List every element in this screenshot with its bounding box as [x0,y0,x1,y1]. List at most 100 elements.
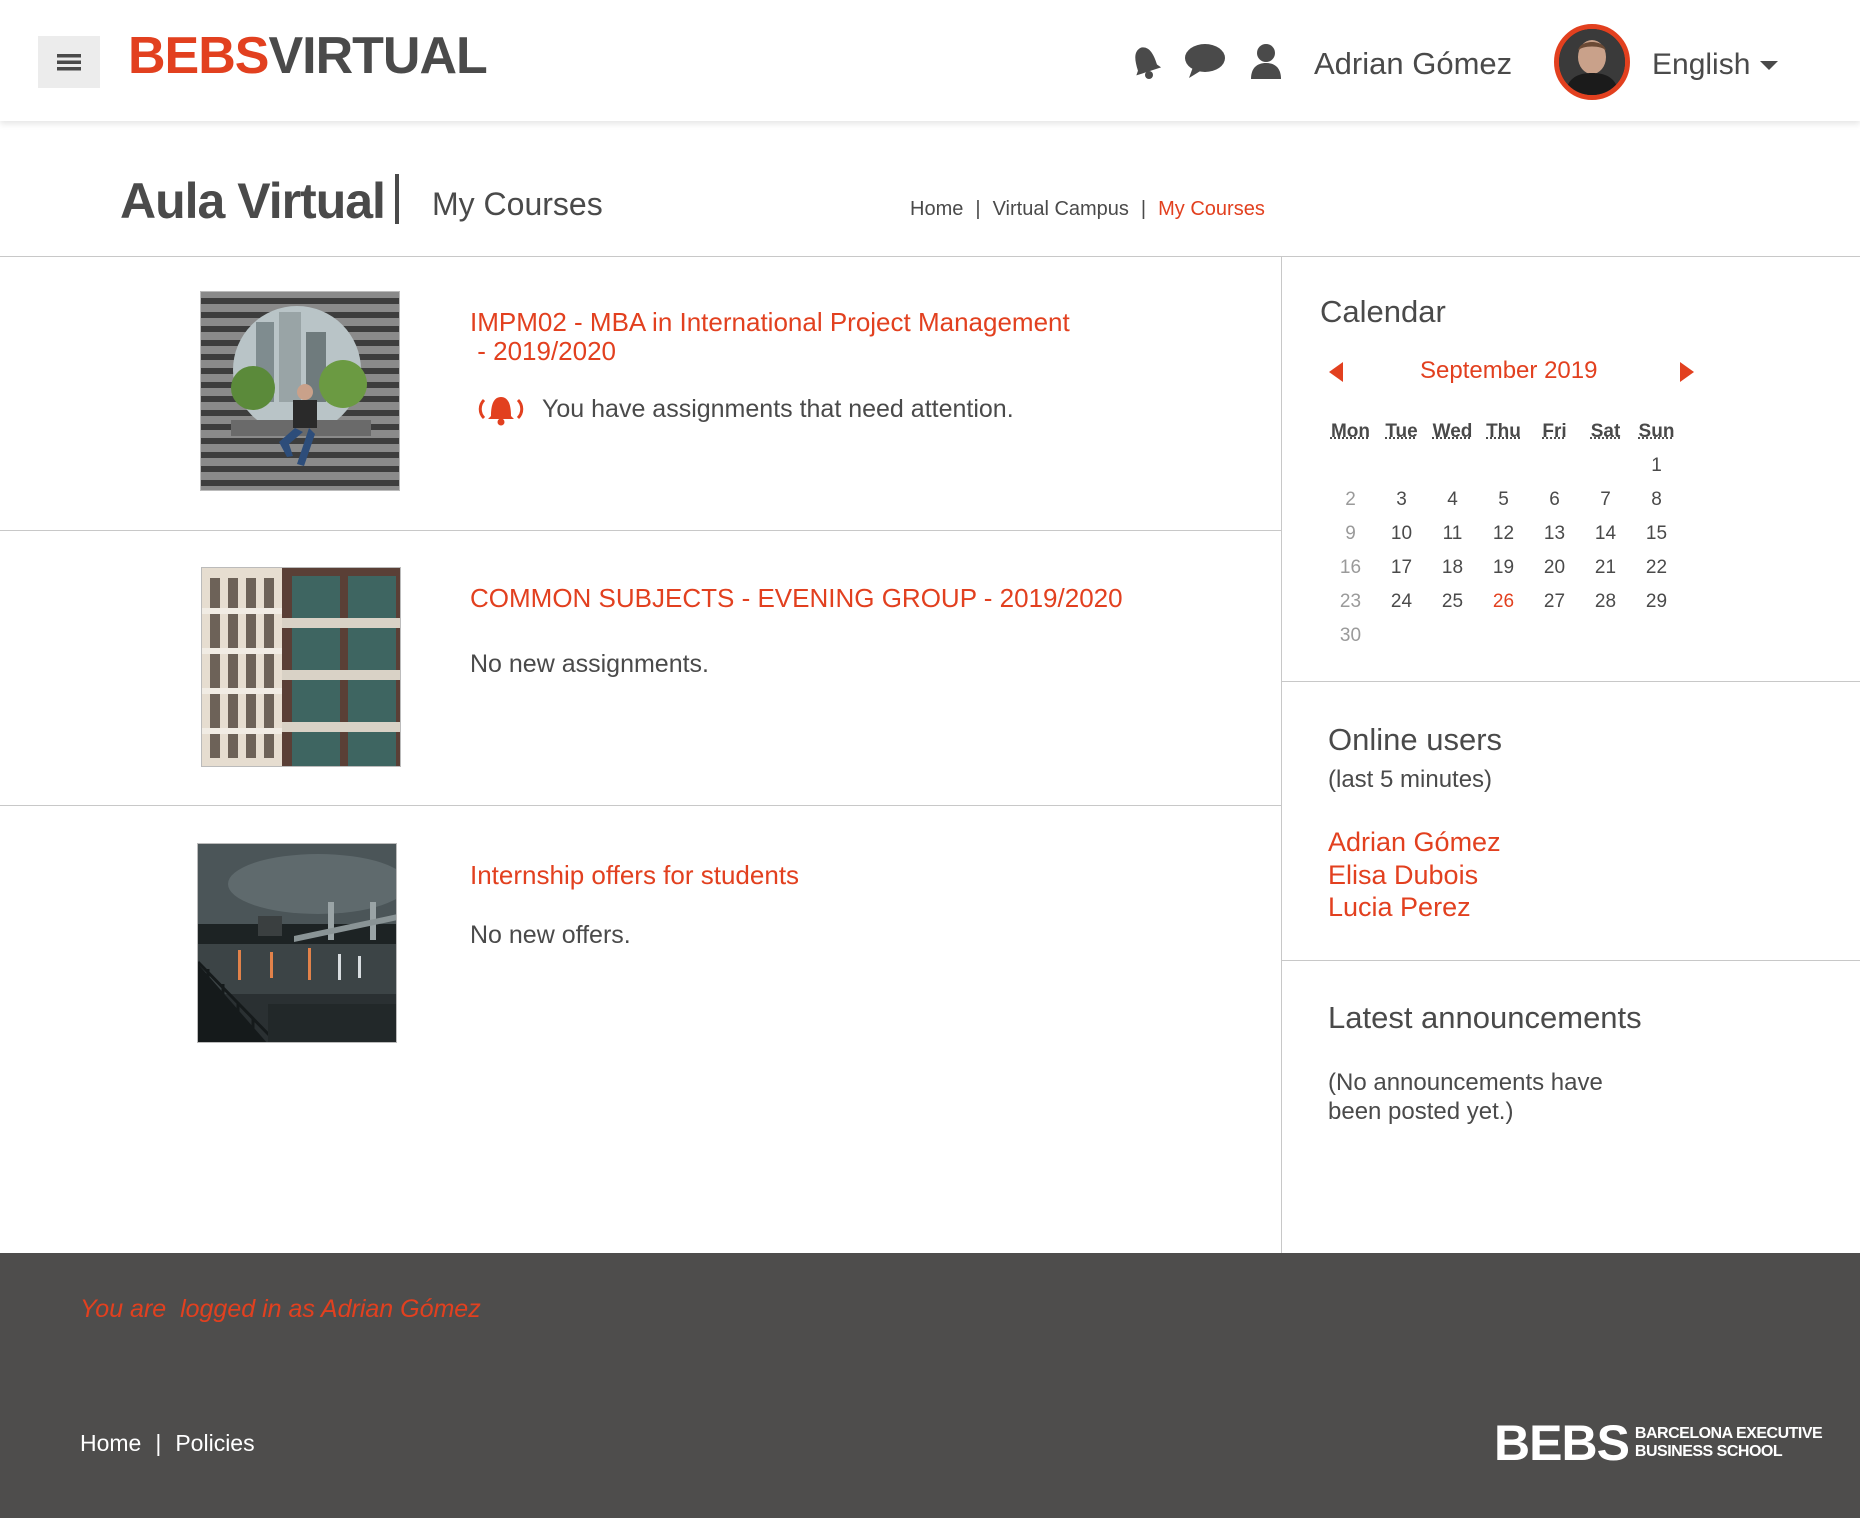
calendar-day[interactable]: 7 [1580,489,1631,511]
profile-button[interactable] [1245,40,1287,82]
notifications-button[interactable] [1124,40,1166,82]
announcements-heading: Latest announcements [1328,1000,1642,1035]
footer-logo-line: BUSINESS SCHOOL [1634,1443,1783,1460]
breadcrumb-separator: | [1140,198,1147,220]
calendar-day[interactable]: 25 [1427,591,1478,613]
footer [0,1253,1860,1518]
notifications-bell-icon [1135,47,1162,79]
calendar-day[interactable]: 5 [1478,489,1529,511]
calendar-week-row: 2345678 [1325,483,1682,517]
calendar-weekday: Fri [1542,421,1567,442]
calendar-day[interactable]: 10 [1376,523,1427,545]
online-users-subheading: (last 5 minutes) [1328,766,1493,793]
chevron-left-icon [1329,362,1343,382]
course-link[interactable]: Internship offers for students [470,860,799,890]
course-thumbnail[interactable] [200,291,400,491]
calendar-day[interactable]: 27 [1529,591,1580,613]
calendar-day[interactable]: 17 [1376,557,1427,579]
calendar-day[interactable]: 18 [1427,557,1478,579]
header-user-name[interactable]: Adrian Gómez [1314,46,1512,82]
avatar-photo-icon [1559,29,1625,95]
calendar-day[interactable]: 2 [1325,489,1376,511]
calendar-day[interactable]: 11 [1427,523,1478,545]
calendar-day[interactable]: 29 [1631,591,1682,613]
course-thumbnail[interactable] [201,567,401,767]
alert-bell-icon [478,397,524,426]
calendar-day[interactable]: 20 [1529,557,1580,579]
messages-icon [1185,44,1225,78]
announcements-empty-text: (No announcements have been posted yet.) [1328,1069,1603,1127]
calendar-weekday: Sun [1638,421,1675,442]
course-status: No new assignments. [470,650,709,679]
footer-link-home[interactable]: Home [80,1430,141,1457]
language-label: English [1652,48,1751,81]
calendar-day[interactable]: 8 [1631,489,1682,511]
course-image-icon [198,844,396,1042]
page-title: Aula Virtual [120,173,386,229]
calendar-day[interactable]: 19 [1478,557,1529,579]
calendar-weekday: Mon [1330,421,1371,442]
course-title-line: COMMON SUBJECTS - EVENING GROUP - 2019/2… [470,583,1123,613]
course-status-text: You have assignments that need attention… [542,394,1014,423]
online-user-link[interactable]: Lucia Perez [1328,892,1471,923]
calendar-week-row: 1 [1325,449,1682,483]
language-selector[interactable]: English [1652,48,1779,82]
breadcrumb-home[interactable]: Home [910,198,963,221]
calendar-day[interactable]: 16 [1325,557,1376,579]
logo-primary: BEBS [128,27,269,85]
calendar-day[interactable]: 26 [1478,591,1529,613]
calendar-day[interactable]: 12 [1478,523,1529,545]
breadcrumb-my-courses[interactable]: My Courses [1158,198,1265,221]
calendar-day[interactable]: 23 [1325,591,1376,613]
calendar-day[interactable]: 1 [1631,455,1682,477]
online-user-link[interactable]: Elisa Dubois [1328,860,1478,891]
calendar-day[interactable]: 14 [1580,523,1631,545]
footer-logo-line: BARCELONA EXECUTIVE [1634,1424,1823,1442]
bebs-virtual-logo[interactable]: BEBSVIRTUAL [128,27,488,85]
login-status-note: You are logged in as Adrian Gómez [80,1295,481,1323]
calendar-day[interactable]: 13 [1529,523,1580,545]
content-top-divider [0,256,1860,257]
calendar-next-button[interactable] [1674,360,1698,384]
course-status: No new offers. [470,921,631,950]
sidebar-section-divider [1281,681,1860,682]
footer-link-policies[interactable]: Policies [175,1430,254,1457]
calendar-day[interactable]: 4 [1427,489,1478,511]
breadcrumb-virtual-campus[interactable]: Virtual Campus [993,198,1129,221]
course-divider [0,530,1281,531]
profile-icon [1251,44,1281,79]
course-link[interactable]: COMMON SUBJECTS - EVENING GROUP - 2019/2… [470,583,1123,613]
footer-logo-text: BEBS [1494,1415,1630,1471]
course-link[interactable]: IMPM02 - MBA in International Project Ma… [470,307,1070,366]
calendar-day[interactable]: 22 [1631,557,1682,579]
chevron-right-icon [1680,362,1694,382]
course-status-text: No new assignments. [470,650,710,678]
menu-icon [57,54,81,71]
calendar-prev-button[interactable] [1325,360,1349,384]
calendar-heading: Calendar [1320,294,1446,329]
calendar-day[interactable]: 28 [1580,591,1631,613]
calendar-weekday-row: Mon Tue Wed Thu Fri Sat Sun [1325,415,1682,449]
online-user-link[interactable]: Adrian Gómez [1328,827,1501,858]
course-thumbnail[interactable] [197,843,397,1043]
footer-links: Home | Policies [80,1430,255,1457]
calendar-day[interactable]: 9 [1325,523,1376,545]
menu-button[interactable] [38,36,100,88]
course-divider [0,805,1281,806]
course-title-line: IMPM02 - MBA in International Project Ma… [470,307,1070,337]
calendar-day[interactable]: 3 [1376,489,1427,511]
course-status: You have assignments that need attention… [476,392,1014,426]
calendar-week-row: 9 10 11 12 13 14 15 [1325,517,1682,551]
calendar-day[interactable]: 21 [1580,557,1631,579]
user-avatar[interactable] [1554,24,1630,100]
calendar-day[interactable]: 24 [1376,591,1427,613]
calendar-day[interactable]: 30 [1325,625,1376,647]
calendar-day[interactable]: 6 [1529,489,1580,511]
calendar-day[interactable]: 15 [1631,523,1682,545]
course-image-icon [202,568,400,766]
chevron-down-icon [1760,60,1779,70]
sidebar-section-divider [1281,960,1860,961]
calendar-weekday: Thu [1486,421,1521,442]
calendar-weekday: Wed [1432,421,1473,442]
messages-button[interactable] [1184,40,1226,82]
